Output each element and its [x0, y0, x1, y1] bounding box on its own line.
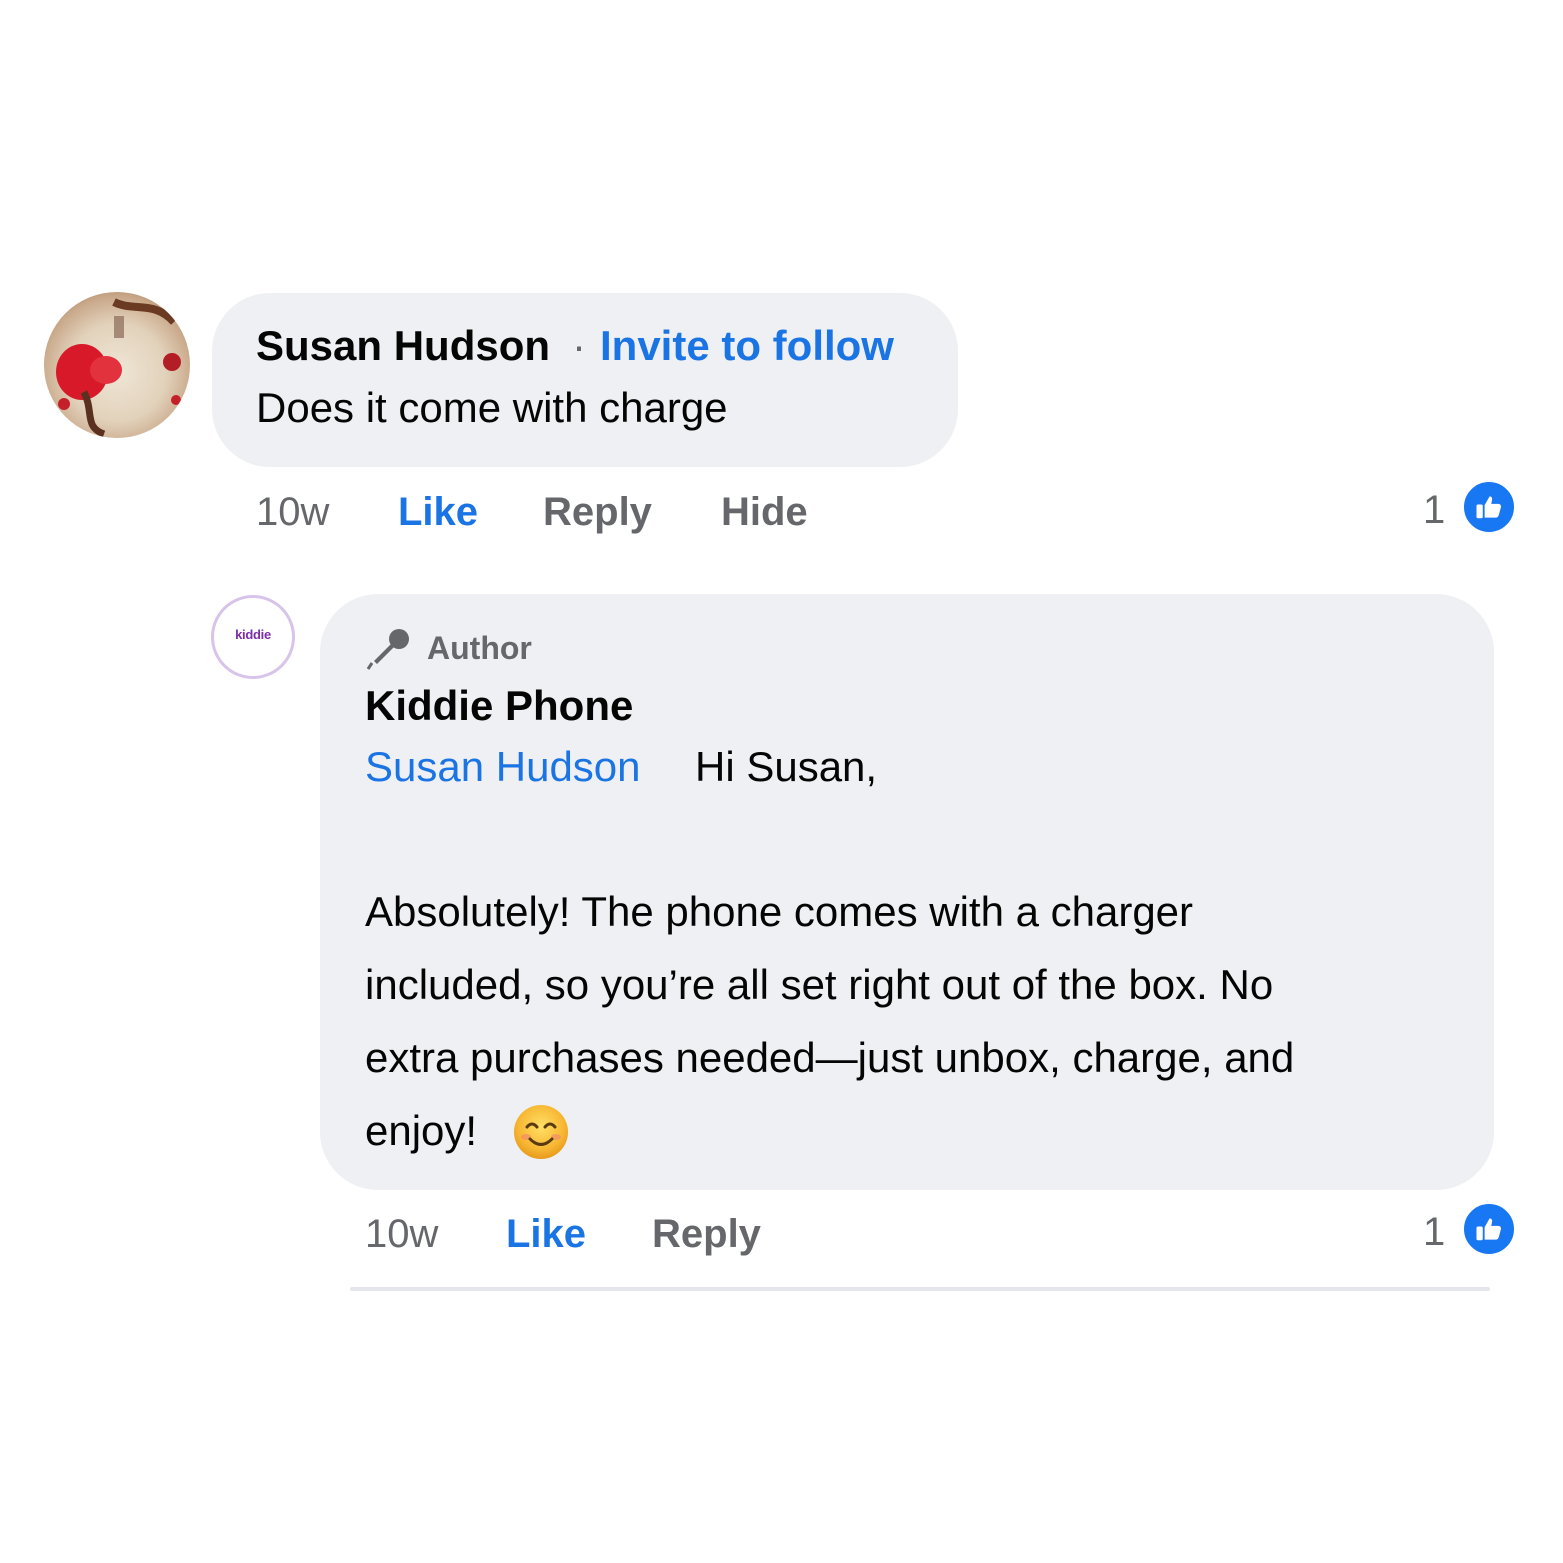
reply-like-button[interactable]: Like — [506, 1212, 586, 1257]
microphone-icon — [366, 626, 412, 670]
comment-text: Does it come with charge — [256, 384, 728, 431]
reply-timestamp[interactable]: 10w — [365, 1212, 438, 1257]
thread-divider — [350, 1287, 1490, 1291]
comment-like-reaction-icon[interactable] — [1461, 479, 1517, 535]
comment-hide-button[interactable]: Hide — [721, 490, 808, 535]
comment-bubble — [212, 293, 958, 467]
reply-body-line: extra purchases needed—just unbox, charg… — [365, 1034, 1295, 1081]
kiddie-logo: kiddie — [235, 626, 271, 642]
comment-like-button[interactable]: Like — [398, 490, 478, 535]
comment-reply-button[interactable]: Reply — [543, 490, 652, 535]
mention-link[interactable]: Susan Hudson — [365, 743, 641, 791]
invite-to-follow-link[interactable]: Invite to follow — [600, 322, 894, 370]
reply-body-line: Absolutely! The phone comes with a charg… — [365, 888, 1194, 935]
comment-timestamp[interactable]: 10w — [256, 490, 329, 535]
comment-reaction-count[interactable]: 1 — [1423, 488, 1445, 533]
commenter-avatar[interactable] — [44, 292, 190, 438]
name-separator: · — [572, 322, 586, 369]
smiling-face-emoji-icon — [512, 1103, 570, 1161]
reply-reaction-count[interactable]: 1 — [1423, 1210, 1445, 1255]
reply-reply-button[interactable]: Reply — [652, 1212, 761, 1257]
avatar-photo — [56, 298, 181, 438]
reply-author-name[interactable]: Kiddie Phone — [365, 682, 633, 730]
reply-like-reaction-icon[interactable] — [1461, 1201, 1517, 1257]
reply-greeting: Hi Susan, — [695, 743, 878, 790]
reply-body-line: included, so you’re all set right out of… — [365, 961, 1274, 1008]
thumbs-up-icon — [1476, 1218, 1501, 1241]
commenter-name[interactable]: Susan Hudson — [256, 322, 550, 370]
reply-author-avatar[interactable]: kiddie — [211, 595, 295, 679]
reply-body-line: enjoy! — [365, 1107, 478, 1154]
thumbs-up-icon — [1476, 496, 1501, 519]
author-badge: Author — [427, 630, 532, 666]
